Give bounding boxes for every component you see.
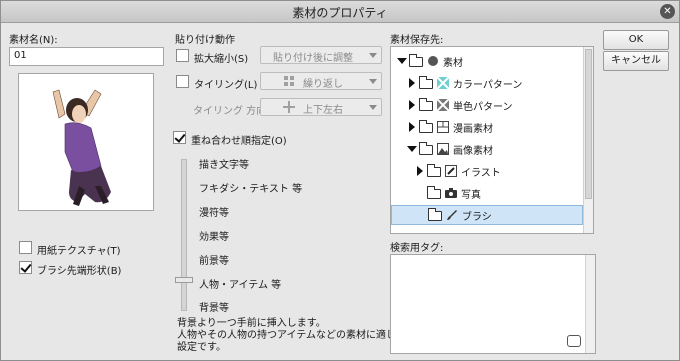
description-line-3: 設定です。 — [177, 342, 226, 353]
expand-toggle-icon[interactable] — [407, 146, 417, 152]
tree-item-image-material[interactable]: 画像素材 — [391, 139, 583, 159]
tiling-dropdown-value: 繰り返し — [303, 79, 343, 90]
folder-open-icon — [409, 54, 423, 67]
tree-item-label: 漫画素材 — [453, 124, 493, 135]
close-button[interactable]: ✕ — [660, 4, 675, 19]
save-location-tree: 素材 カラーパターン 単色パターン 漫画素材 画像素材 イラスト 写真 ブラシ — [390, 46, 594, 234]
tiling-direction-dropdown[interactable]: 上下左右 — [260, 98, 382, 116]
folder-icon — [428, 208, 442, 221]
color-pattern-icon — [437, 77, 449, 89]
scale-label: 拡大縮小(S) — [194, 54, 249, 65]
camera-icon — [445, 188, 457, 198]
brush-tip-checkbox[interactable] — [19, 261, 32, 274]
ok-button[interactable]: OK — [603, 30, 669, 50]
expand-toggle-icon[interactable] — [409, 78, 415, 88]
stack-order-slider-thumb[interactable] — [175, 277, 193, 283]
expand-toggle-icon[interactable] — [409, 122, 415, 132]
tree-item-label: ブラシ — [462, 212, 492, 223]
tree-scrollbar[interactable] — [583, 47, 593, 233]
manga-material-icon — [437, 121, 449, 133]
tree-item-brush[interactable]: ブラシ — [391, 205, 583, 225]
stack-order-label: 重ね合わせ順指定(O) — [191, 136, 287, 147]
tree-item-photo[interactable]: 写真 — [391, 183, 583, 203]
order-item: 前景等 — [199, 256, 229, 267]
scale-dropdown-value: 貼り付け後に調整 — [273, 53, 353, 64]
stack-order-checkbox[interactable] — [173, 131, 186, 144]
mono-pattern-icon — [437, 99, 449, 111]
order-item: 描き文字等 — [199, 160, 249, 171]
tiling-direction-value: 上下左右 — [303, 105, 343, 116]
material-root-icon — [428, 56, 438, 66]
material-name-input[interactable]: 01 — [9, 47, 164, 66]
paste-behavior-header: 貼り付け動作 — [175, 35, 235, 46]
order-item: 効果等 — [199, 232, 229, 243]
tiling-checkbox[interactable] — [176, 75, 189, 88]
chevron-down-icon — [369, 79, 377, 84]
brush-tip-label: ブラシ先端形状(B) — [37, 266, 122, 277]
search-tag-label: 検索用タグ: — [390, 243, 444, 254]
scale-checkbox[interactable] — [176, 49, 189, 62]
paper-texture-checkbox[interactable] — [19, 241, 32, 254]
scale-dropdown[interactable]: 貼り付け後に調整 — [260, 46, 382, 64]
order-item-selected: 人物・アイテム 等 — [199, 280, 282, 291]
tree-item-label: 画像素材 — [453, 146, 493, 157]
material-name-label: 素材名(N): — [9, 35, 58, 46]
tree-scrollbar-thumb[interactable] — [585, 49, 592, 199]
cancel-button[interactable]: キャンセル — [603, 51, 669, 71]
chevron-down-icon — [369, 105, 377, 110]
tree-item-mono-pattern[interactable]: 単色パターン — [391, 95, 583, 115]
brush-icon — [447, 210, 457, 220]
save-location-label: 素材保存先: — [390, 35, 444, 46]
order-item: 背景等 — [199, 303, 229, 314]
tree-item-label: 素材 — [443, 58, 463, 69]
expand-toggle-icon[interactable] — [409, 100, 415, 110]
tag-icon[interactable] — [567, 335, 581, 347]
tree-item-color-pattern[interactable]: カラーパターン — [391, 73, 583, 93]
tree-item-label: イラスト — [461, 168, 501, 179]
tree-item-label: カラーパターン — [453, 80, 523, 91]
tree-item-label: 写真 — [461, 190, 481, 201]
title-bar[interactable]: 素材のプロパティ ✕ — [1, 1, 679, 23]
order-item: 漫符等 — [199, 208, 229, 219]
folder-icon — [419, 76, 433, 89]
tree-item-label: 単色パターン — [453, 102, 513, 113]
folder-icon — [419, 98, 433, 111]
order-item: フキダシ・テキスト 等 — [199, 184, 303, 195]
folder-open-icon — [419, 142, 433, 155]
folder-icon — [419, 120, 433, 133]
expand-toggle-icon[interactable] — [417, 166, 423, 176]
folder-icon — [427, 186, 441, 199]
tree-item-illustration[interactable]: イラスト — [391, 161, 583, 181]
person-figure-icon — [52, 89, 111, 206]
tiling-dropdown[interactable]: 繰り返し — [260, 72, 382, 90]
tiling-direction-label: タイリング 方向: — [193, 106, 270, 117]
stack-order-slider-track[interactable] — [181, 159, 187, 311]
folder-icon — [427, 164, 441, 177]
expand-toggle-icon[interactable] — [397, 58, 407, 64]
tiling-label: タイリング(L) — [194, 80, 258, 91]
illustration-icon — [445, 165, 457, 177]
tree-item-manga-material[interactable]: 漫画素材 — [391, 117, 583, 137]
chevron-down-icon — [369, 53, 377, 58]
image-material-icon — [437, 143, 449, 155]
search-tag-input[interactable] — [390, 254, 596, 354]
tree-item-material[interactable]: 素材 — [391, 51, 583, 71]
properties-dialog: 素材のプロパティ ✕ 素材名(N): 01 用紙テクスチャ(T) ブラシ先端形状… — [0, 0, 680, 361]
search-tag-scrollbar[interactable] — [585, 255, 595, 353]
dialog-title: 素材のプロパティ — [292, 6, 388, 20]
paper-texture-label: 用紙テクスチャ(T) — [37, 246, 121, 257]
material-preview — [18, 73, 154, 211]
